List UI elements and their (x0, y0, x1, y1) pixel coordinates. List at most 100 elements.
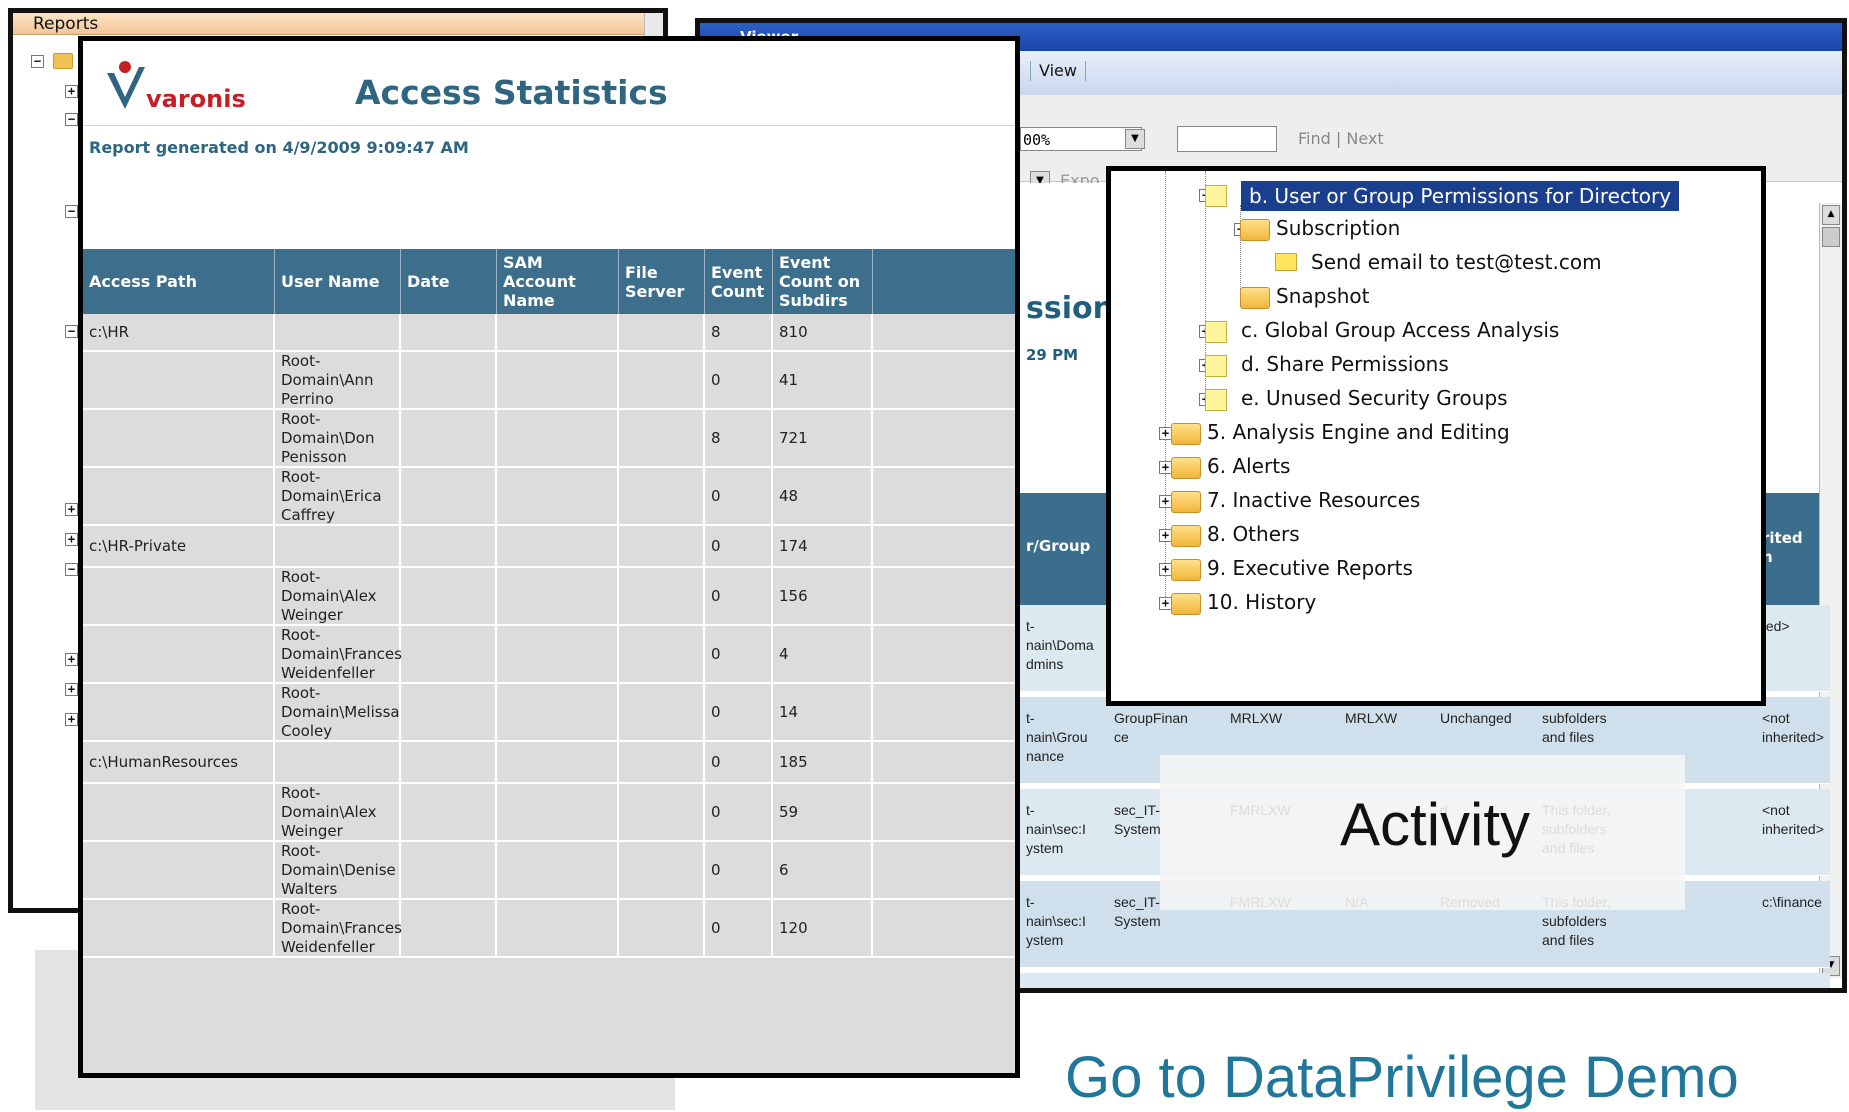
table-cell-date (401, 900, 497, 956)
table-cell-user (275, 742, 401, 782)
find-next-link[interactable]: Find | Next (1298, 129, 1384, 149)
collapse-toggle[interactable]: − (31, 55, 44, 68)
viewer-cell-c2: GroupFinan ce (1114, 710, 1188, 745)
table-cell-subdirs: 41 (773, 352, 873, 408)
report-icon (1205, 321, 1227, 343)
viewer-cell-inherited: <not inherited> (1762, 802, 1824, 837)
expand-toggle[interactable]: + (65, 653, 78, 666)
report-title: Access Statistics (355, 73, 668, 112)
tree-item[interactable]: b. User or Group Permissions for Directo… (1241, 181, 1680, 211)
collapse-toggle[interactable]: − (65, 113, 78, 126)
expand-toggle[interactable]: + (65, 533, 78, 546)
find-input[interactable] (1177, 126, 1277, 152)
tree-item[interactable]: 7. Inactive Resources (1207, 487, 1420, 513)
viewer-cell-c2: sec_IT- System (1114, 894, 1161, 929)
viewer-cell-c6: This folder, (1542, 985, 1610, 988)
table-cell-sam (497, 526, 619, 566)
expand-toggle[interactable]: + (65, 713, 78, 726)
table-cell-sam (497, 352, 619, 408)
table-cell-user (275, 526, 401, 566)
collapse-toggle[interactable]: − (65, 563, 78, 576)
table-cell-date (401, 314, 497, 350)
access-statistics-window: varonis Access Statistics Report generat… (78, 36, 1020, 1078)
tree-item[interactable]: Send email to test@test.com (1311, 249, 1602, 275)
folder-icon (1171, 491, 1201, 513)
folder-icon (1171, 559, 1201, 581)
tree-item[interactable]: e. Unused Security Groups (1241, 385, 1508, 411)
tree-item[interactable]: 6. Alerts (1207, 453, 1290, 479)
table-cell-path (83, 626, 275, 682)
table-cell-user: Root- Domain\Frances Weidenfeller (275, 900, 402, 956)
table-cell-server (619, 900, 705, 956)
column-header: SAM Account Name (497, 249, 619, 314)
viewer-cell-inherited: c:\finance (1762, 894, 1822, 910)
table-cell-date (401, 352, 497, 408)
table-cell-date (401, 568, 497, 624)
expand-toggle[interactable]: + (65, 85, 78, 98)
table-cell-sam (497, 626, 619, 682)
view-menu[interactable]: View (1030, 61, 1086, 81)
table-cell-subdirs: 185 (773, 742, 873, 782)
collapse-toggle[interactable]: − (65, 325, 78, 338)
table-cell-count: 0 (705, 842, 773, 898)
table-cell-user (275, 314, 401, 350)
viewer-cell-c6: subfolders and files (1542, 710, 1607, 745)
tree-item[interactable]: 9. Executive Reports (1207, 555, 1413, 581)
table-cell-subdirs: 14 (773, 684, 873, 740)
table-cell-server (619, 468, 705, 524)
column-header: User Name (275, 249, 401, 314)
expand-toggle[interactable]: + (65, 503, 78, 516)
folder-icon (53, 53, 73, 69)
tree-item[interactable]: 10. History (1207, 589, 1316, 615)
table-cell-count: 0 (705, 784, 773, 840)
table-cell-user: Root- Domain\Ann Perrino (275, 352, 401, 408)
scroll-up-icon[interactable]: ▲ (1822, 205, 1840, 225)
tree-item[interactable]: 8. Others (1207, 521, 1300, 547)
table-row: c:\HumanResources 0 185 (83, 742, 1015, 784)
table-cell-server (619, 684, 705, 740)
expand-toggle[interactable]: + (65, 683, 78, 696)
table-row: Root- Domain\Alex Weinger 0 156 (83, 568, 1015, 626)
zoom-select[interactable]: 00% (1020, 127, 1142, 151)
table-cell-server (619, 314, 705, 350)
viewer-cell-inherited: ted> (1762, 618, 1790, 634)
table-row: Root- Domain\Frances Weidenfeller 0 4 (83, 626, 1015, 684)
collapse-toggle[interactable]: − (65, 205, 78, 218)
table-cell-path (83, 352, 275, 408)
tree-item[interactable]: d. Share Permissions (1241, 351, 1449, 377)
table-cell-user: Root- Domain\Frances Weidenfeller (275, 626, 402, 682)
table-cell-subdirs: 4 (773, 626, 873, 682)
column-header: Date (401, 249, 497, 314)
tree-item[interactable]: c. Global Group Access Analysis (1241, 317, 1559, 343)
table-cell-sam (497, 842, 619, 898)
table-row: Root- Domain\Ann Perrino 0 41 (83, 352, 1015, 410)
tree-item[interactable]: 5. Analysis Engine and Editing (1207, 419, 1510, 445)
viewer-cell-user_group: t- nain\Doma dmins (1026, 618, 1094, 672)
table-cell-subdirs: 721 (773, 410, 873, 466)
table-cell-user: Root- Domain\Alex Weinger (275, 568, 401, 624)
table-row: Root- Domain\Melissa Cooley 0 14 (83, 684, 1015, 742)
table-cell-subdirs: 174 (773, 526, 873, 566)
table-cell-server (619, 352, 705, 408)
table-body: c:\HR 8 810 Root- Domain\Ann Perrino 0 41 Root… (83, 314, 1015, 1073)
chevron-down-icon[interactable]: ▼ (1125, 129, 1145, 149)
scroll-thumb[interactable] (1822, 227, 1840, 247)
table-cell-date (401, 842, 497, 898)
folder-icon (1171, 423, 1201, 445)
report-tree-window: −b. User or Group Permissions for Direct… (1106, 166, 1766, 706)
viewer-report-date: 29 PM (1026, 346, 1079, 364)
tree-item[interactable]: Subscription (1276, 215, 1400, 241)
table-row: Root- Domain\Erica Caffrey 0 48 (83, 468, 1015, 526)
tree-item[interactable]: Snapshot (1276, 283, 1370, 309)
dataprivilege-demo-link[interactable]: Go to DataPrivilege Demo (1065, 1045, 1739, 1111)
table-cell-count: 0 (705, 468, 773, 524)
viewer-cell-c3: MRLXW (1230, 710, 1283, 726)
table-cell-server (619, 842, 705, 898)
table-cell-path (83, 784, 275, 840)
table-cell-sam (497, 784, 619, 840)
table-cell-path (83, 410, 275, 466)
table-cell-count: 8 (705, 314, 773, 350)
column-header: File Server (619, 249, 705, 314)
report-icon (1205, 389, 1227, 411)
table-row: Root- Domain\Denise Walters 0 6 (83, 842, 1015, 900)
